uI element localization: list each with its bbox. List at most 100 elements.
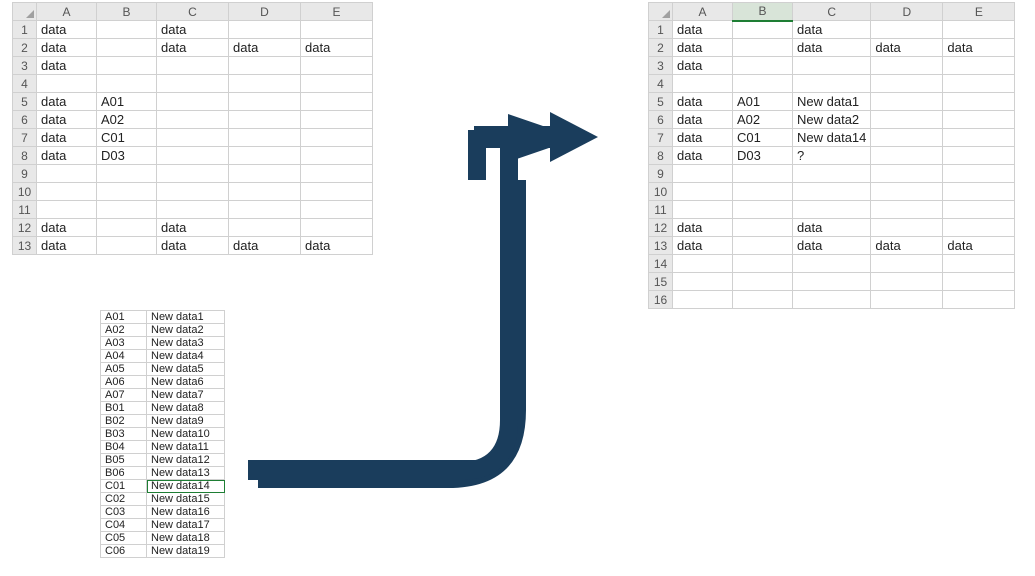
cell-A13[interactable]: data <box>37 237 97 255</box>
cell-A3[interactable]: data <box>673 57 733 75</box>
cell-D12[interactable] <box>871 219 943 237</box>
row-header[interactable]: 11 <box>649 201 673 219</box>
cell-E15[interactable] <box>943 273 1015 291</box>
cell-C4[interactable] <box>157 75 229 93</box>
row-header[interactable]: 2 <box>649 39 673 57</box>
cell-C7[interactable] <box>157 129 229 147</box>
cell-D10[interactable] <box>229 183 301 201</box>
cell-A16[interactable] <box>673 291 733 309</box>
cell-B6[interactable]: A02 <box>733 111 793 129</box>
lookup-key[interactable]: B06 <box>101 467 147 480</box>
lookup-value[interactable]: New data17 <box>147 519 225 532</box>
cell-D15[interactable] <box>871 273 943 291</box>
cell-E4[interactable] <box>301 75 373 93</box>
cell-E10[interactable] <box>943 183 1015 201</box>
cell-D2[interactable]: data <box>229 39 301 57</box>
cell-A3[interactable]: data <box>37 57 97 75</box>
cell-C15[interactable] <box>793 273 871 291</box>
cell-A10[interactable] <box>37 183 97 201</box>
lookup-value[interactable]: New data11 <box>147 441 225 454</box>
cell-C3[interactable] <box>793 57 871 75</box>
cell-E7[interactable] <box>301 129 373 147</box>
cell-A15[interactable] <box>673 273 733 291</box>
cell-E6[interactable] <box>943 111 1015 129</box>
row-header[interactable]: 7 <box>13 129 37 147</box>
row-header[interactable]: 9 <box>649 165 673 183</box>
cell-C4[interactable] <box>793 75 871 93</box>
cell-D13[interactable]: data <box>229 237 301 255</box>
cell-E8[interactable] <box>943 147 1015 165</box>
lookup-value[interactable]: New data12 <box>147 454 225 467</box>
cell-A8[interactable]: data <box>673 147 733 165</box>
col-header-E[interactable]: E <box>301 3 373 21</box>
row-header[interactable]: 13 <box>649 237 673 255</box>
cell-A4[interactable] <box>673 75 733 93</box>
row-header[interactable]: 5 <box>13 93 37 111</box>
cell-D16[interactable] <box>871 291 943 309</box>
cell-A6[interactable]: data <box>673 111 733 129</box>
row-header[interactable]: 16 <box>649 291 673 309</box>
cell-D3[interactable] <box>871 57 943 75</box>
lookup-key[interactable]: A01 <box>101 311 147 324</box>
lookup-key[interactable]: A05 <box>101 363 147 376</box>
row-header[interactable]: 10 <box>649 183 673 201</box>
cell-C13[interactable]: data <box>793 237 871 255</box>
cell-A14[interactable] <box>673 255 733 273</box>
cell-A1[interactable]: data <box>673 21 733 39</box>
cell-E11[interactable] <box>301 201 373 219</box>
cell-C1[interactable]: data <box>157 21 229 39</box>
cell-A5[interactable]: data <box>37 93 97 111</box>
cell-B5[interactable]: A01 <box>97 93 157 111</box>
cell-A12[interactable]: data <box>673 219 733 237</box>
lookup-value[interactable]: New data8 <box>147 402 225 415</box>
cell-E13[interactable]: data <box>301 237 373 255</box>
cell-D5[interactable] <box>229 93 301 111</box>
cell-B11[interactable] <box>733 201 793 219</box>
cell-B7[interactable]: C01 <box>733 129 793 147</box>
cell-A8[interactable]: data <box>37 147 97 165</box>
row-header[interactable]: 6 <box>649 111 673 129</box>
cell-B10[interactable] <box>97 183 157 201</box>
cell-B5[interactable]: A01 <box>733 93 793 111</box>
row-header[interactable]: 10 <box>13 183 37 201</box>
cell-A2[interactable]: data <box>673 39 733 57</box>
cell-B4[interactable] <box>733 75 793 93</box>
row-header[interactable]: 4 <box>13 75 37 93</box>
cell-D7[interactable] <box>229 129 301 147</box>
cell-A12[interactable]: data <box>37 219 97 237</box>
lookup-value[interactable]: New data3 <box>147 337 225 350</box>
cell-B2[interactable] <box>733 39 793 57</box>
cell-B1[interactable] <box>733 21 793 39</box>
cell-B13[interactable] <box>733 237 793 255</box>
cell-D7[interactable] <box>871 129 943 147</box>
cell-E6[interactable] <box>301 111 373 129</box>
cell-E12[interactable] <box>943 219 1015 237</box>
cell-A4[interactable] <box>37 75 97 93</box>
row-header[interactable]: 8 <box>649 147 673 165</box>
cell-E9[interactable] <box>301 165 373 183</box>
cell-E11[interactable] <box>943 201 1015 219</box>
cell-B15[interactable] <box>733 273 793 291</box>
cell-D1[interactable] <box>871 21 943 39</box>
lookup-value[interactable]: New data18 <box>147 532 225 545</box>
cell-D11[interactable] <box>229 201 301 219</box>
row-header[interactable]: 12 <box>13 219 37 237</box>
row-header[interactable]: 3 <box>649 57 673 75</box>
lookup-value[interactable]: New data15 <box>147 493 225 506</box>
cell-A11[interactable] <box>37 201 97 219</box>
cell-B14[interactable] <box>733 255 793 273</box>
cell-C2[interactable]: data <box>157 39 229 57</box>
cell-C16[interactable] <box>793 291 871 309</box>
lookup-key[interactable]: B02 <box>101 415 147 428</box>
cell-D1[interactable] <box>229 21 301 39</box>
row-header[interactable]: 5 <box>649 93 673 111</box>
col-header-E[interactable]: E <box>943 3 1015 21</box>
lookup-key[interactable]: C03 <box>101 506 147 519</box>
cell-B6[interactable]: A02 <box>97 111 157 129</box>
cell-E9[interactable] <box>943 165 1015 183</box>
lookup-key[interactable]: C06 <box>101 545 147 558</box>
cell-D2[interactable]: data <box>871 39 943 57</box>
cell-E1[interactable] <box>301 21 373 39</box>
cell-D9[interactable] <box>229 165 301 183</box>
cell-D13[interactable]: data <box>871 237 943 255</box>
